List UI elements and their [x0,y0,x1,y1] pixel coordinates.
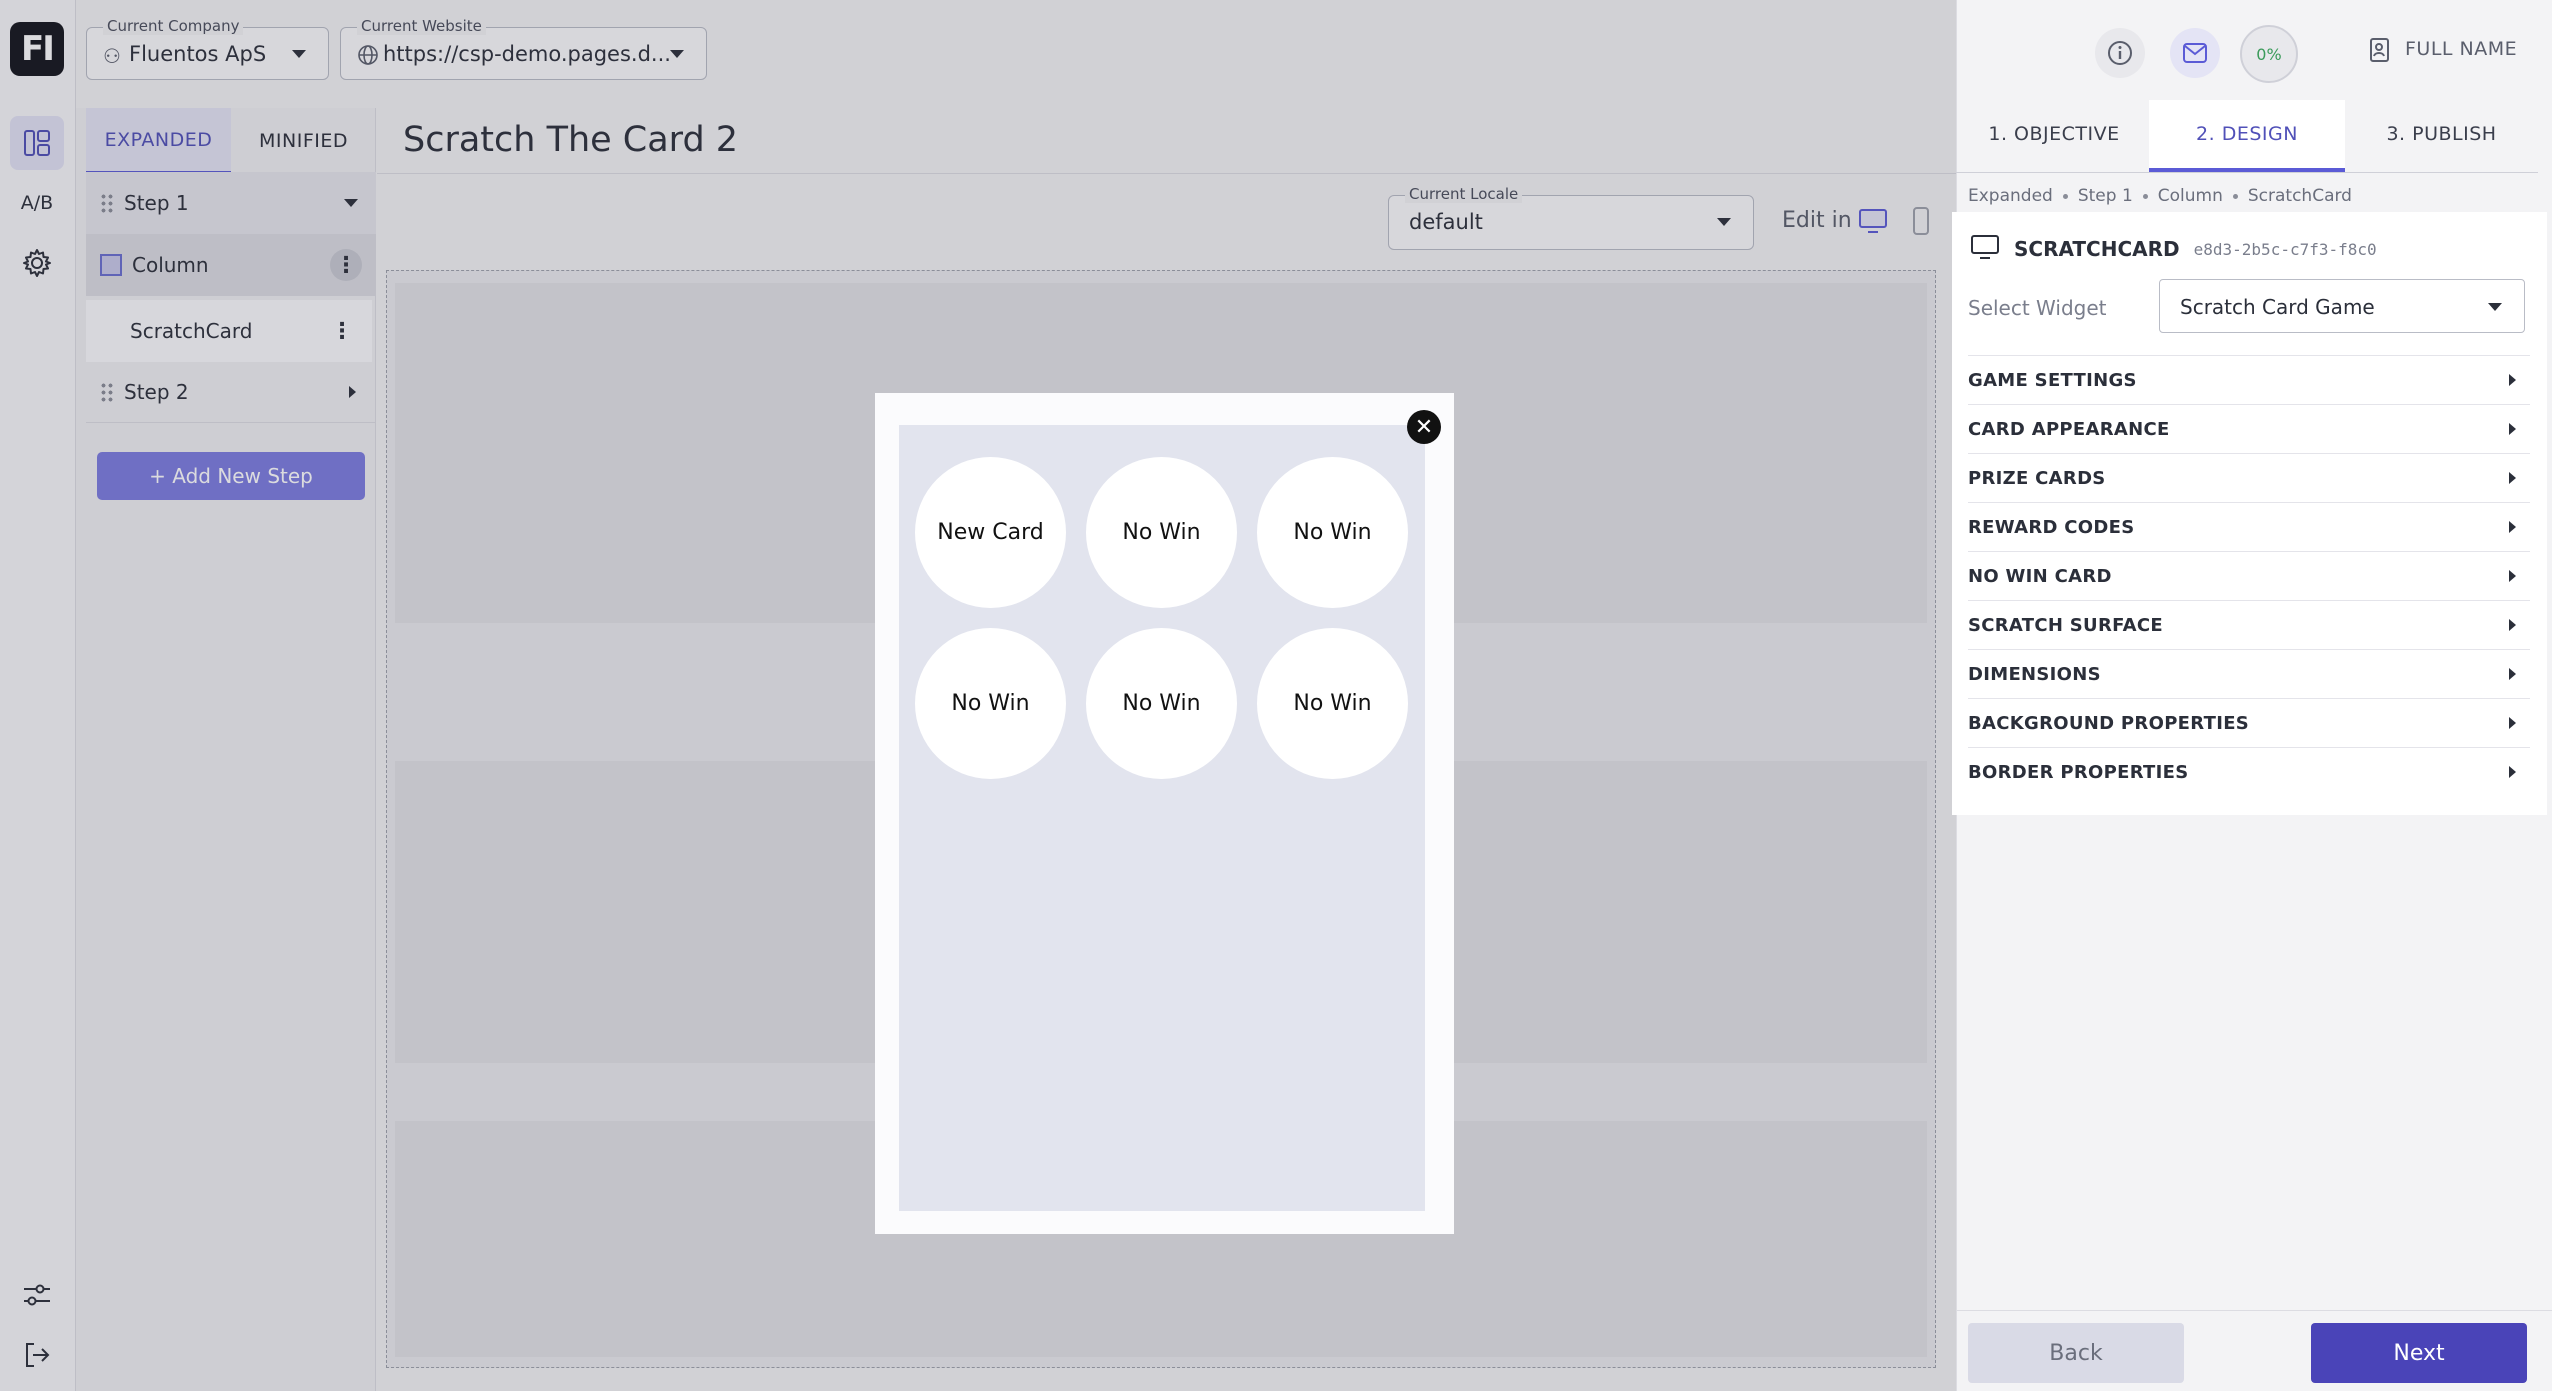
user-name[interactable]: FULL NAME [2405,38,2517,60]
chevron-right-icon [2509,423,2516,435]
section-border-properties[interactable]: BORDER PROPERTIES [1968,747,2530,796]
scratch-card[interactable]: No Win [1257,628,1408,779]
section-label: DIMENSIONS [1968,663,2101,685]
chevron-down-icon [2488,303,2502,311]
section-label: SCRATCH SURFACE [1968,614,2163,636]
tab-publish[interactable]: 3. PUBLISH [2345,95,2538,173]
breadcrumb-item[interactable]: Expanded [1968,186,2053,206]
user-icon[interactable] [2368,36,2394,68]
section-label: BORDER PROPERTIES [1968,761,2189,783]
scratch-card[interactable]: No Win [1086,457,1237,608]
select-widget-value: Scratch Card Game [2180,295,2375,319]
scratch-card-modal: New Card No Win No Win No Win No Win No … [875,393,1454,1234]
breadcrumb-separator [2142,193,2148,199]
section-label: GAME SETTINGS [1968,369,2137,391]
back-button[interactable]: Back [1968,1323,2184,1383]
section-label: PRIZE CARDS [1968,467,2106,489]
section-scratch-surface[interactable]: SCRATCH SURFACE [1968,600,2530,649]
section-game-settings[interactable]: GAME SETTINGS [1968,355,2530,404]
section-label: NO WIN CARD [1968,565,2112,587]
section-dimensions[interactable]: DIMENSIONS [1968,649,2530,698]
breadcrumb-separator [2232,193,2238,199]
tab-design[interactable]: 2. DESIGN [2149,100,2345,172]
widget-header: SCRATCHCARD e8d3-2b5c-c7f3-f8c0 [1970,234,2377,264]
breadcrumb-separator [2062,193,2068,199]
mail-icon[interactable] [2170,28,2220,78]
scratch-card-grid: New Card No Win No Win No Win No Win No … [899,425,1425,1211]
widget-title: SCRATCHCARD [2014,237,2180,261]
section-label: CARD APPEARANCE [1968,418,2170,440]
select-widget-label: Select Widget [1968,296,2107,320]
section-label: REWARD CODES [1968,516,2135,538]
section-background-properties[interactable]: BACKGROUND PROPERTIES [1968,698,2530,747]
widget-id: e8d3-2b5c-c7f3-f8c0 [2193,239,2377,259]
progress-indicator: 0% [2240,25,2298,83]
breadcrumb-item[interactable]: ScratchCard [2248,186,2352,206]
chevron-right-icon [2509,619,2516,631]
breadcrumb-item[interactable]: Step 1 [2078,186,2133,206]
chevron-right-icon [2509,374,2516,386]
widget-properties-panel: SCRATCHCARD e8d3-2b5c-c7f3-f8c0 Select W… [1952,212,2547,815]
scratch-card[interactable]: No Win [1257,457,1408,608]
breadcrumb-item[interactable]: Column [2158,186,2223,206]
chevron-right-icon [2509,570,2516,582]
info-icon[interactable] [2095,28,2145,78]
section-prize-cards[interactable]: PRIZE CARDS [1968,453,2530,502]
chevron-right-icon [2509,521,2516,533]
close-icon[interactable]: ✕ [1407,410,1441,444]
section-card-appearance[interactable]: CARD APPEARANCE [1968,404,2530,453]
chevron-right-icon [2509,717,2516,729]
select-widget-dropdown[interactable]: Scratch Card Game [2159,279,2525,333]
section-no-win-card[interactable]: NO WIN CARD [1968,551,2530,600]
chevron-right-icon [2509,472,2516,484]
section-label: BACKGROUND PROPERTIES [1968,712,2250,734]
chevron-right-icon [2509,766,2516,778]
tab-objective[interactable]: 1. OBJECTIVE [1956,95,2152,173]
scratch-card[interactable]: No Win [915,628,1066,779]
desktop-icon [1970,234,2000,264]
breadcrumb: Expanded Step 1 Column ScratchCard [1968,186,2352,206]
next-button[interactable]: Next [2311,1323,2527,1383]
section-reward-codes[interactable]: REWARD CODES [1968,502,2530,551]
chevron-right-icon [2509,668,2516,680]
scratch-card[interactable]: New Card [915,457,1066,608]
scratch-card[interactable]: No Win [1086,628,1237,779]
